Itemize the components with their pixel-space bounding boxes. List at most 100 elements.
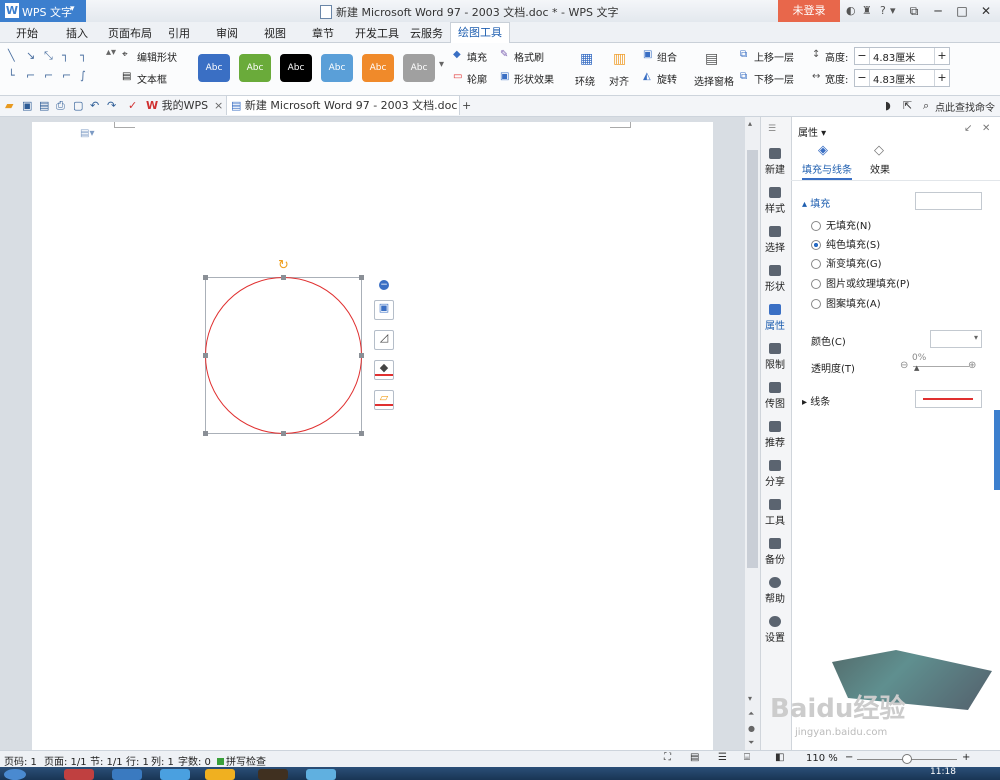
s-curve-connector-icon[interactable]: ∫ bbox=[80, 69, 94, 82]
collapse-tools-icon[interactable]: − bbox=[379, 280, 389, 290]
width-increase-button[interactable]: + bbox=[934, 70, 949, 86]
sidebar-item-select[interactable]: 选择 bbox=[760, 226, 790, 254]
align-button[interactable]: 对齐 bbox=[609, 73, 629, 88]
tab-effects[interactable]: 效果 bbox=[870, 161, 890, 176]
zoom-slider-thumb[interactable] bbox=[902, 754, 912, 764]
web-view-icon[interactable]: ⌸ bbox=[744, 752, 750, 763]
open-icon[interactable]: ▰ bbox=[5, 99, 13, 112]
transparency-increase-icon[interactable]: ⊕ bbox=[968, 360, 976, 371]
status-word-count[interactable]: 字数: 0 bbox=[178, 753, 211, 768]
chevron-down-icon[interactable]: ▾ bbox=[890, 4, 896, 17]
gallery-scroll-icon[interactable]: ▴▾ bbox=[106, 47, 116, 58]
taskbar-app-icon[interactable] bbox=[258, 769, 288, 780]
shape-style-black[interactable]: Abc bbox=[280, 54, 312, 82]
sidebar-item-shapes[interactable]: 形状 bbox=[760, 265, 790, 293]
tab-developer[interactable]: 开发工具 bbox=[355, 25, 399, 41]
spell-check-toggle[interactable]: 拼写检查 bbox=[217, 753, 266, 768]
sidebar-item-recommend[interactable]: 推荐 bbox=[760, 421, 790, 449]
sidebar-item-backup[interactable]: 备份 bbox=[760, 538, 790, 566]
bring-forward-button[interactable]: 上移一层 bbox=[754, 49, 794, 64]
elbow-double-connector-icon[interactable]: └ bbox=[8, 69, 22, 82]
resize-handle[interactable] bbox=[203, 275, 208, 280]
resize-handle[interactable] bbox=[281, 275, 286, 280]
resize-handle[interactable] bbox=[359, 275, 364, 280]
resize-handle[interactable] bbox=[203, 353, 208, 358]
curved-arrow-connector-icon[interactable]: ⌐ bbox=[44, 69, 58, 82]
fill-option-none[interactable]: 无填充(N) bbox=[811, 217, 871, 232]
taskbar-browser-icon[interactable] bbox=[160, 769, 190, 780]
login-button[interactable]: 未登录 bbox=[778, 0, 840, 22]
save-icon[interactable]: ▣ bbox=[22, 99, 32, 112]
shape-style-green[interactable]: Abc bbox=[239, 54, 271, 82]
transparency-slider[interactable] bbox=[913, 366, 969, 367]
new-tab-button[interactable]: + bbox=[462, 99, 471, 112]
search-command-input[interactable]: 点此查找命令 bbox=[935, 99, 995, 114]
resize-handle[interactable] bbox=[359, 353, 364, 358]
help-icon[interactable]: ? bbox=[880, 4, 886, 17]
tab-review[interactable]: 审阅 bbox=[216, 25, 238, 41]
reading-view-icon[interactable]: ◧ bbox=[775, 752, 784, 763]
zoom-out-button[interactable]: − bbox=[845, 752, 853, 763]
tab-view[interactable]: 视图 bbox=[264, 25, 286, 41]
fill-button[interactable]: 填充 bbox=[467, 49, 487, 64]
curved-connector-icon[interactable]: ⌐ bbox=[26, 69, 40, 82]
sidebar-item-new[interactable]: 新建 bbox=[760, 148, 790, 176]
tab-drawing-tools[interactable]: 绘图工具 bbox=[450, 22, 510, 43]
height-increase-button[interactable]: + bbox=[934, 48, 949, 64]
transparency-decrease-icon[interactable]: ⊖ bbox=[900, 360, 908, 371]
shape-layout-tool[interactable]: ▣ bbox=[374, 300, 394, 320]
close-icon[interactable]: ✕ bbox=[982, 123, 990, 134]
line-section-toggle[interactable]: ▸ 线条 bbox=[802, 393, 830, 408]
shape-style-gray[interactable]: Abc bbox=[403, 54, 435, 82]
slider-thumb[interactable]: ▲ bbox=[914, 364, 919, 372]
sidebar-item-properties[interactable]: 属性 bbox=[760, 304, 790, 332]
line-connector-icon[interactable]: ╲ bbox=[8, 49, 22, 62]
shape-edit-tool[interactable]: ◿ bbox=[374, 330, 394, 350]
fill-preview-box[interactable] bbox=[915, 192, 982, 210]
maximize-button[interactable]: □ bbox=[951, 2, 973, 20]
outline-button[interactable]: 轮廓 bbox=[467, 71, 487, 86]
minimize-button[interactable]: ─ bbox=[927, 2, 949, 20]
print-preview-icon[interactable]: ▢ bbox=[73, 99, 83, 112]
fill-option-picture[interactable]: 图片或纹理填充(P) bbox=[811, 275, 910, 290]
select-browse-icon[interactable]: ● bbox=[748, 724, 755, 733]
sidebar-item-upload[interactable]: 传图 bbox=[760, 382, 790, 410]
redo-icon[interactable]: ↷ bbox=[107, 99, 116, 112]
sidebar-menu-icon[interactable]: ☰ bbox=[768, 124, 776, 134]
fill-option-gradient[interactable]: 渐变填充(G) bbox=[811, 255, 882, 270]
format-brush-button[interactable]: 格式刷 bbox=[514, 49, 544, 64]
doc-tab-document[interactable]: ▤ 新建 Microsoft Word 97 - 2003 文档.doc * × bbox=[226, 96, 460, 131]
taskbar-app-icon[interactable] bbox=[112, 769, 142, 780]
tab-page-layout[interactable]: 页面布局 bbox=[108, 25, 152, 41]
elbow-arrow-connector-icon[interactable]: ┐ bbox=[80, 49, 94, 62]
taskbar-app-icon[interactable] bbox=[64, 769, 94, 780]
close-button[interactable]: ✕ bbox=[975, 2, 997, 20]
page-view-icon[interactable]: ▤ bbox=[690, 752, 699, 763]
panel-edge-tab[interactable] bbox=[994, 410, 1000, 490]
zoom-in-button[interactable]: + bbox=[962, 752, 970, 763]
document-page[interactable] bbox=[32, 122, 713, 750]
resize-handle[interactable] bbox=[359, 431, 364, 436]
sidebar-item-tools[interactable]: 工具 bbox=[760, 499, 790, 527]
sidebar-item-restrict[interactable]: 限制 bbox=[760, 343, 790, 371]
height-decrease-button[interactable]: − bbox=[855, 48, 870, 64]
taskbar-app-icon[interactable] bbox=[306, 769, 336, 780]
tab-start[interactable]: 开始 bbox=[16, 25, 38, 41]
tab-fill-and-line[interactable]: 填充与线条 bbox=[802, 161, 852, 180]
wrap-button[interactable]: 环绕 bbox=[575, 73, 595, 88]
undo-icon[interactable]: ↶ bbox=[90, 99, 99, 112]
width-decrease-button[interactable]: − bbox=[855, 70, 870, 86]
rotate-button[interactable]: 旋转 bbox=[657, 71, 677, 86]
shape-style-orange[interactable]: Abc bbox=[362, 54, 394, 82]
sidebar-item-help[interactable]: 帮助 bbox=[760, 577, 790, 605]
color-dropdown[interactable]: ▾ bbox=[930, 330, 982, 348]
scroll-down-icon[interactable]: ▾ bbox=[748, 694, 752, 703]
page-up-icon[interactable]: ⏶ bbox=[748, 709, 754, 719]
page-options-icon[interactable]: ▤▾ bbox=[80, 128, 94, 139]
doc-tab-my-wps[interactable]: W 我的WPS × bbox=[146, 96, 224, 115]
properties-title[interactable]: 属性 ▾ bbox=[798, 124, 826, 139]
print-icon[interactable]: ⎙ bbox=[56, 99, 65, 113]
shape-style-light-blue[interactable]: Abc bbox=[321, 54, 353, 82]
double-arrow-connector-icon[interactable]: ⤡ bbox=[44, 49, 58, 62]
shape-style-blue[interactable]: Abc bbox=[198, 54, 230, 82]
